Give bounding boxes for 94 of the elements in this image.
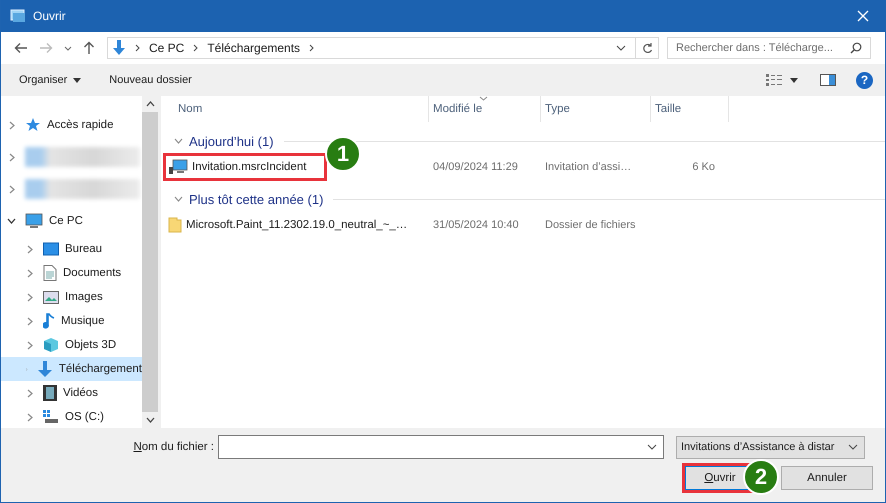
navigation-item[interactable]: Accès rapide <box>1 109 142 141</box>
collapsed-chevron-icon <box>7 184 16 194</box>
view-list-icon[interactable] <box>766 74 782 86</box>
highlighted-file-name[interactable]: Invitation.msrcIncident <box>163 153 328 181</box>
navigation-label: Vidéos <box>63 387 98 399</box>
desktop-icon <box>43 242 59 256</box>
drive-icon <box>43 410 59 424</box>
group-header[interactable]: Plus tôt cette année (1) <box>161 188 885 210</box>
navigation-label: Musique <box>61 315 104 327</box>
path-segment[interactable]: Téléchargements <box>207 41 300 55</box>
modified-date-cell-text: 04/09/2024 11:29 <box>432 161 519 173</box>
search-icon <box>850 42 862 54</box>
path-segment[interactable]: Ce PC <box>149 41 184 55</box>
file-type-cell-text: Invitation d’assi… <box>544 161 632 173</box>
collapsed-chevron-icon <box>7 120 16 130</box>
computer-icon <box>25 213 43 229</box>
expanded-chevron-icon <box>174 138 183 144</box>
file-size-cell-text: 6 Ko <box>691 161 716 173</box>
download-arrow-icon <box>112 40 126 56</box>
address-bar[interactable]: Ce PC Téléchargements <box>107 37 659 59</box>
download-arrow-icon <box>36 360 53 378</box>
window-app-icon <box>10 9 26 23</box>
dropdown-caret-icon <box>647 444 657 450</box>
navigation-label: Documents <box>63 267 122 279</box>
close-icon[interactable] <box>857 10 869 22</box>
column-header[interactable]: Taille <box>651 96 729 122</box>
collapsed-chevron-icon <box>25 268 34 278</box>
recent-caret-icon[interactable] <box>64 46 72 50</box>
chevron-icon <box>193 44 198 52</box>
navigation-label: Téléchargement <box>58 363 142 375</box>
collapsed-chevron-icon <box>7 152 16 162</box>
expanded-chevron-icon <box>7 218 16 224</box>
chevron-icon <box>309 44 314 52</box>
cube-icon <box>43 337 59 353</box>
file-type-dropdown[interactable]: Invitations d’Assistance à distar <box>676 436 865 458</box>
navigation-label: OS (C:) <box>65 411 104 423</box>
column-header[interactable]: Modifié le <box>429 96 541 122</box>
file-name-field[interactable] <box>218 435 664 459</box>
navigation-item[interactable]: Ce PC <box>1 205 142 237</box>
navigation-label: Objets 3D <box>65 339 116 351</box>
file-name-cell[interactable]: Microsoft.Paint_11.2302.19.0_neutral_~_… <box>163 211 428 239</box>
remote-computer-icon <box>168 159 188 175</box>
navigation-item[interactable]: Vidéos <box>1 381 142 405</box>
file-name-label: Nom du fichier : <box>132 441 215 453</box>
chevron-icon <box>135 44 140 52</box>
dropdown-caret-icon[interactable] <box>616 45 626 51</box>
column-header[interactable]: Type <box>541 96 651 122</box>
organize-menu-button[interactable]: Organiser <box>13 70 88 90</box>
document-icon <box>43 265 57 281</box>
collapsed-chevron-icon <box>25 412 34 422</box>
new-folder-button[interactable]: Nouveau dossier <box>103 70 198 90</box>
collapsed-chevron-icon <box>25 316 34 326</box>
step-number-badge: 2 <box>743 459 779 495</box>
group-label: Aujourd’hui (1) <box>189 134 274 148</box>
caret-icon[interactable] <box>790 78 798 82</box>
navigation-item[interactable]: Objets 3D <box>1 333 142 357</box>
group-label: Plus tôt cette année (1) <box>189 192 324 206</box>
film-strip-icon <box>43 385 57 401</box>
navigation-item[interactable]: Téléchargement <box>1 357 142 381</box>
star-icon <box>25 117 41 133</box>
navigation-item[interactable]: Musique <box>1 309 142 333</box>
column-header[interactable]: Nom <box>161 96 429 122</box>
scroll-up-icon[interactable] <box>146 101 154 107</box>
collapsed-chevron-icon <box>25 340 34 350</box>
file-type-cell-text: Dossier de fichiers <box>544 219 636 231</box>
collapsed-chevron-icon <box>25 292 34 302</box>
navigation-item[interactable]: OS (C:) <box>1 405 142 428</box>
landscape-picture-icon <box>43 290 59 304</box>
collapsed-chevron-icon <box>25 244 34 254</box>
help-button[interactable]: ? <box>856 72 873 88</box>
back-arrow-icon[interactable] <box>14 42 28 54</box>
expanded-chevron-icon <box>174 196 183 202</box>
navigation-label: Bureau <box>65 243 102 255</box>
preview-pane-icon[interactable] <box>820 74 836 86</box>
scroll-down-icon[interactable] <box>146 417 154 423</box>
modified-date-cell-text: 31/05/2024 10:40 <box>432 219 520 231</box>
navigation-label: Ce PC <box>49 215 83 227</box>
refresh-icon <box>642 42 652 54</box>
navigation-label: Images <box>65 291 103 303</box>
sort-caret-icon <box>479 96 488 101</box>
step-number-badge: 1 <box>325 136 361 172</box>
up-arrow-icon[interactable] <box>83 41 95 55</box>
navigation-item[interactable]: Documents <box>1 261 142 285</box>
caret-icon <box>73 78 82 82</box>
search-field[interactable]: Rechercher dans : Télécharge... <box>667 37 871 59</box>
navigation-item[interactable]: Images <box>1 285 142 309</box>
folder-icon <box>168 217 182 233</box>
window-title: Ouvrir <box>33 9 66 23</box>
dropdown-caret-icon <box>848 444 858 450</box>
music-note-icon <box>43 313 55 329</box>
navigation-label: Accès rapide <box>47 119 114 131</box>
collapsed-chevron-icon <box>25 388 34 398</box>
cancel-button[interactable]: Annuler <box>781 466 873 490</box>
navigation-item[interactable]: Bureau <box>1 237 142 261</box>
